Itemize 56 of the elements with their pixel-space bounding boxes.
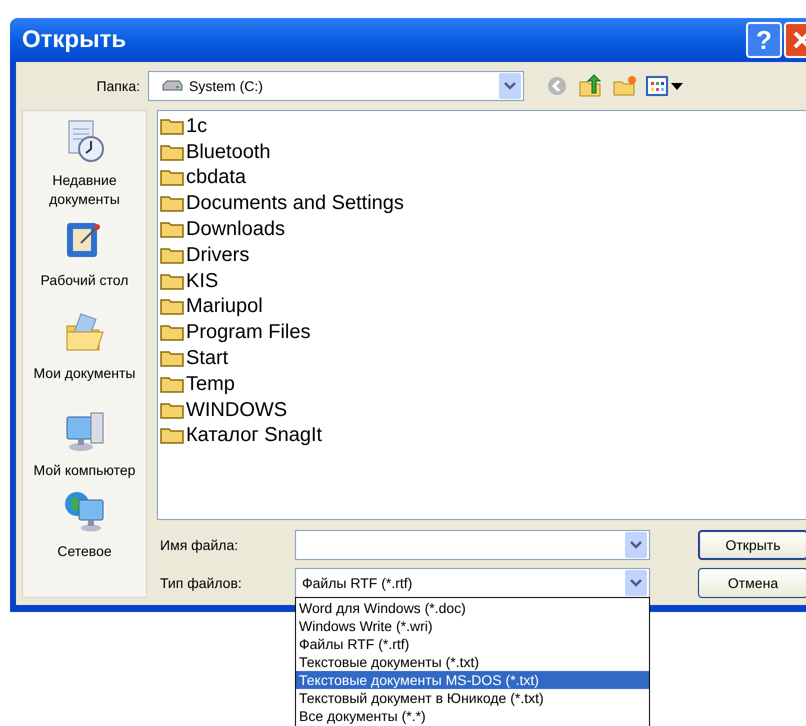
folder-name[interactable]: Temp	[186, 374, 235, 394]
folder-name[interactable]: Drivers	[186, 244, 250, 265]
file-type-option[interactable]: Файлы RTF (*.rtf)	[296, 635, 649, 653]
folder-name[interactable]: KIS	[186, 270, 218, 291]
folder-value: System (C:)	[189, 76, 264, 96]
folder-name[interactable]: cbdata	[186, 167, 246, 188]
folder-icon	[160, 323, 184, 342]
place-label[interactable]: Недавние документы	[24, 171, 144, 209]
file-name-field[interactable]	[295, 530, 650, 560]
file-name-label: Имя файла:	[159, 536, 240, 555]
close-icon	[792, 30, 806, 50]
up-folder-icon[interactable]	[578, 73, 604, 99]
file-type-option[interactable]: Текстовые документы (*.txt)	[296, 653, 649, 671]
file-type-option[interactable]: Текстовые документы MS-DOS (*.txt)	[296, 671, 649, 689]
place-label[interactable]: Рабочий стол	[24, 271, 144, 290]
folder-icon	[160, 116, 184, 135]
drive-icon	[161, 79, 183, 93]
folder-name[interactable]: Bluetooth	[186, 142, 271, 162]
folder-icon	[160, 426, 184, 444]
file-type-value: Файлы RTF (*.rtf)	[301, 574, 414, 593]
file-type-option[interactable]: Текстовый документ в Юникоде (*.txt)	[296, 689, 649, 707]
place-label[interactable]: Сетевое	[24, 542, 144, 561]
views-menu-icon[interactable]	[646, 76, 686, 96]
folder-name[interactable]: Documents and Settings	[186, 193, 404, 214]
new-folder-icon[interactable]	[612, 74, 638, 98]
folder-combo[interactable]: System (C:)	[148, 71, 524, 101]
file-type-option[interactable]: Windows Write (*.wri)	[296, 617, 649, 635]
folder-name[interactable]: WINDOWS	[186, 400, 288, 420]
place-label[interactable]: Мой компьютер	[24, 461, 144, 480]
folder-icon	[160, 272, 184, 290]
folder-icon	[160, 142, 184, 161]
folder-icon	[160, 220, 184, 238]
folder-label: Папка:	[95, 76, 141, 96]
file-type-option[interactable]: Все документы (*.*)	[296, 707, 649, 725]
folder-icon	[160, 168, 184, 186]
folder-icon	[160, 297, 184, 316]
folder-name[interactable]: Mariupol	[186, 296, 263, 316]
cancel-button[interactable]: Отмена	[698, 568, 806, 598]
folder-icon	[160, 400, 184, 419]
folder-icon	[160, 349, 184, 368]
folder-name[interactable]: Start	[186, 348, 228, 368]
folder-icon	[160, 374, 184, 393]
file-type-label: Тип файлов:	[159, 574, 243, 593]
file-type-option[interactable]: Word для Windows (*.doc)	[296, 599, 649, 617]
network-computer-icon[interactable]	[62, 490, 106, 534]
folder-name[interactable]: Downloads	[186, 219, 285, 240]
folder-icon	[160, 194, 184, 212]
place-label[interactable]: Мои документы	[24, 364, 144, 383]
open-button[interactable]: Открыть	[698, 530, 806, 560]
window-title: Открыть	[22, 25, 128, 55]
folder-icon	[160, 246, 184, 264]
help-button[interactable]: ?	[746, 22, 782, 58]
folder-name[interactable]: Каталог SnagIt	[186, 425, 322, 446]
folder-name[interactable]: Program Files	[186, 322, 310, 342]
file-type-combo[interactable]: Файлы RTF (*.rtf)	[295, 568, 650, 598]
folder-name[interactable]: 1c	[186, 116, 208, 136]
